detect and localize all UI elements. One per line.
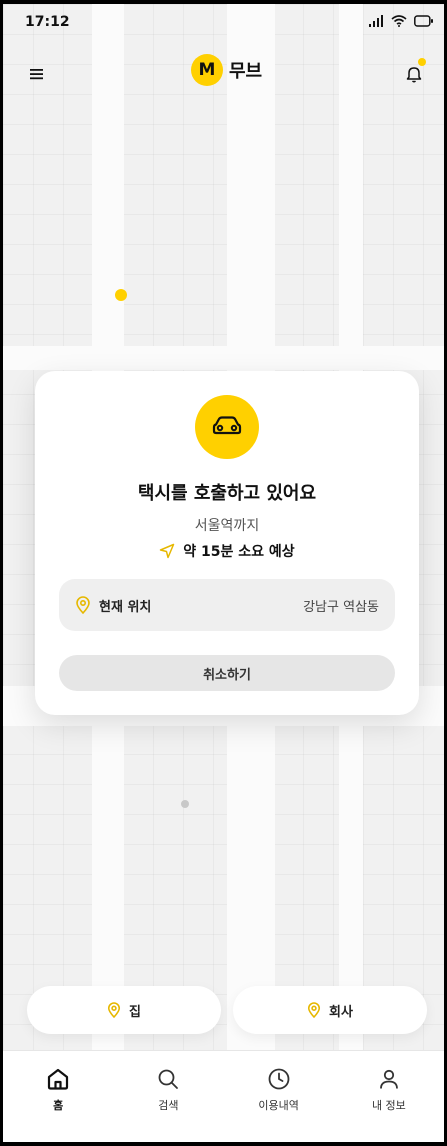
car-badge xyxy=(195,395,259,459)
status-bar: 17:12 xyxy=(3,4,444,40)
taxi-call-card: 택시를 호출하고 있어요 서울역까지 약 15분 소요 예상 현재 위치 강남구… xyxy=(35,371,419,715)
cancel-button[interactable]: 취소하기 xyxy=(59,655,395,691)
quick-home-label: 집 xyxy=(129,1004,141,1020)
navigation-arrow-icon xyxy=(160,543,175,559)
location-label: 현재 위치 xyxy=(99,599,152,615)
quick-home-button[interactable]: 집 xyxy=(27,986,221,1034)
card-title: 택시를 호출하고 있어요 xyxy=(137,483,317,504)
bottom-nav: 홈 검색 이용내역 내 정보 xyxy=(3,1050,444,1142)
quick-work-label: 회사 xyxy=(329,1004,353,1020)
location-pin-icon xyxy=(76,596,90,614)
bell-icon xyxy=(406,67,422,83)
nav-label-search: 검색 xyxy=(158,1099,179,1112)
signal-icon xyxy=(369,15,383,27)
status-icons xyxy=(368,15,434,27)
history-icon xyxy=(268,1068,290,1090)
nav-item-search[interactable]: 검색 xyxy=(113,1051,223,1142)
notification-badge xyxy=(418,58,426,66)
app-screen: 17:12 M 무브 택시를 호출하고 있어요 서울역까지 약 15분 소요 예… xyxy=(3,4,444,1142)
app-header: M 무브 xyxy=(3,52,444,92)
map-road xyxy=(3,346,444,370)
nav-item-profile[interactable]: 내 정보 xyxy=(334,1051,444,1142)
nav-label-profile: 내 정보 xyxy=(371,1099,406,1112)
menu-button[interactable] xyxy=(23,60,51,88)
location-pin-icon xyxy=(307,1002,321,1018)
app-logo: M 무브 xyxy=(191,54,262,86)
destination-text: 서울역까지 xyxy=(194,518,260,534)
battery-icon xyxy=(414,15,433,27)
status-time: 17:12 xyxy=(25,14,70,30)
home-icon xyxy=(48,1068,69,1090)
eta-row: 약 15분 소요 예상 xyxy=(35,541,419,561)
nav-item-home[interactable]: 홈 xyxy=(3,1051,113,1142)
current-location-row[interactable]: 현재 위치 강남구 역삼동 xyxy=(59,579,395,631)
app-name: 무브 xyxy=(229,61,263,82)
car-icon xyxy=(212,416,242,435)
current-location-marker xyxy=(115,289,127,301)
hamburger-icon xyxy=(30,69,43,80)
location-pin-icon xyxy=(107,1002,121,1018)
map-marker xyxy=(181,800,189,808)
notification-button[interactable] xyxy=(400,58,428,88)
search-icon xyxy=(158,1069,179,1089)
logo-badge: M xyxy=(191,54,223,86)
quick-work-button[interactable]: 회사 xyxy=(233,986,427,1034)
eta-text: 약 15분 소요 예상 xyxy=(183,544,295,560)
location-value: 강남구 역삼동 xyxy=(303,599,379,615)
nav-item-history[interactable]: 이용내역 xyxy=(224,1051,334,1142)
wifi-icon xyxy=(391,15,407,27)
profile-icon xyxy=(379,1069,398,1089)
nav-label-home: 홈 xyxy=(53,1099,64,1112)
nav-label-history: 이용내역 xyxy=(258,1099,299,1112)
